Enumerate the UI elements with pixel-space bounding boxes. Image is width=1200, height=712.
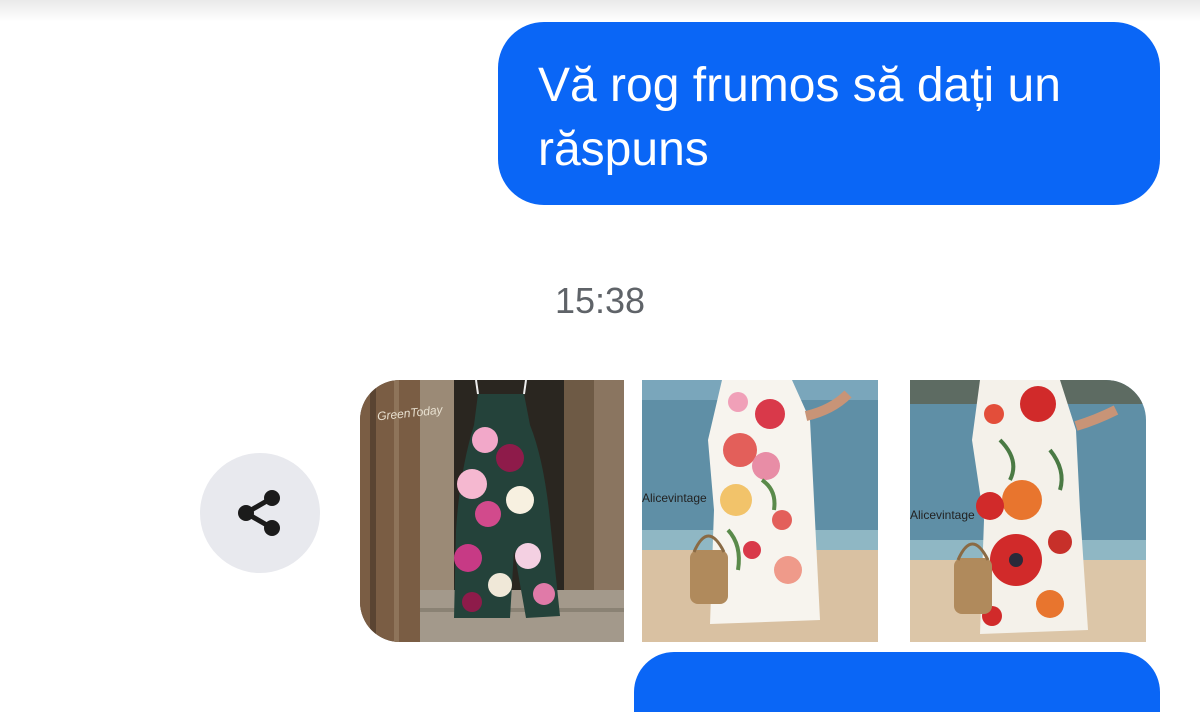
product-image-2[interactable]: Alicevintage — [642, 380, 878, 642]
image-watermark: Alicevintage — [642, 491, 707, 505]
share-icon — [238, 490, 280, 536]
message-text: Vă rog frumos să dați un răspuns — [538, 59, 1061, 176]
outgoing-message-bubble[interactable]: Vă rog frumos să dați un răspuns — [498, 22, 1160, 205]
product-image-1[interactable]: GreenToday — [360, 380, 624, 642]
floral-beach-dress-photo — [642, 380, 878, 642]
message-timestamp: 15:38 — [554, 280, 646, 321]
product-image-3[interactable]: Alicevintage — [910, 380, 1146, 642]
outgoing-message-bubble-partial[interactable] — [634, 652, 1160, 712]
share-button[interactable] — [200, 453, 320, 573]
top-bar-shadow — [0, 0, 1200, 22]
image-watermark: Alicevintage — [910, 508, 975, 522]
